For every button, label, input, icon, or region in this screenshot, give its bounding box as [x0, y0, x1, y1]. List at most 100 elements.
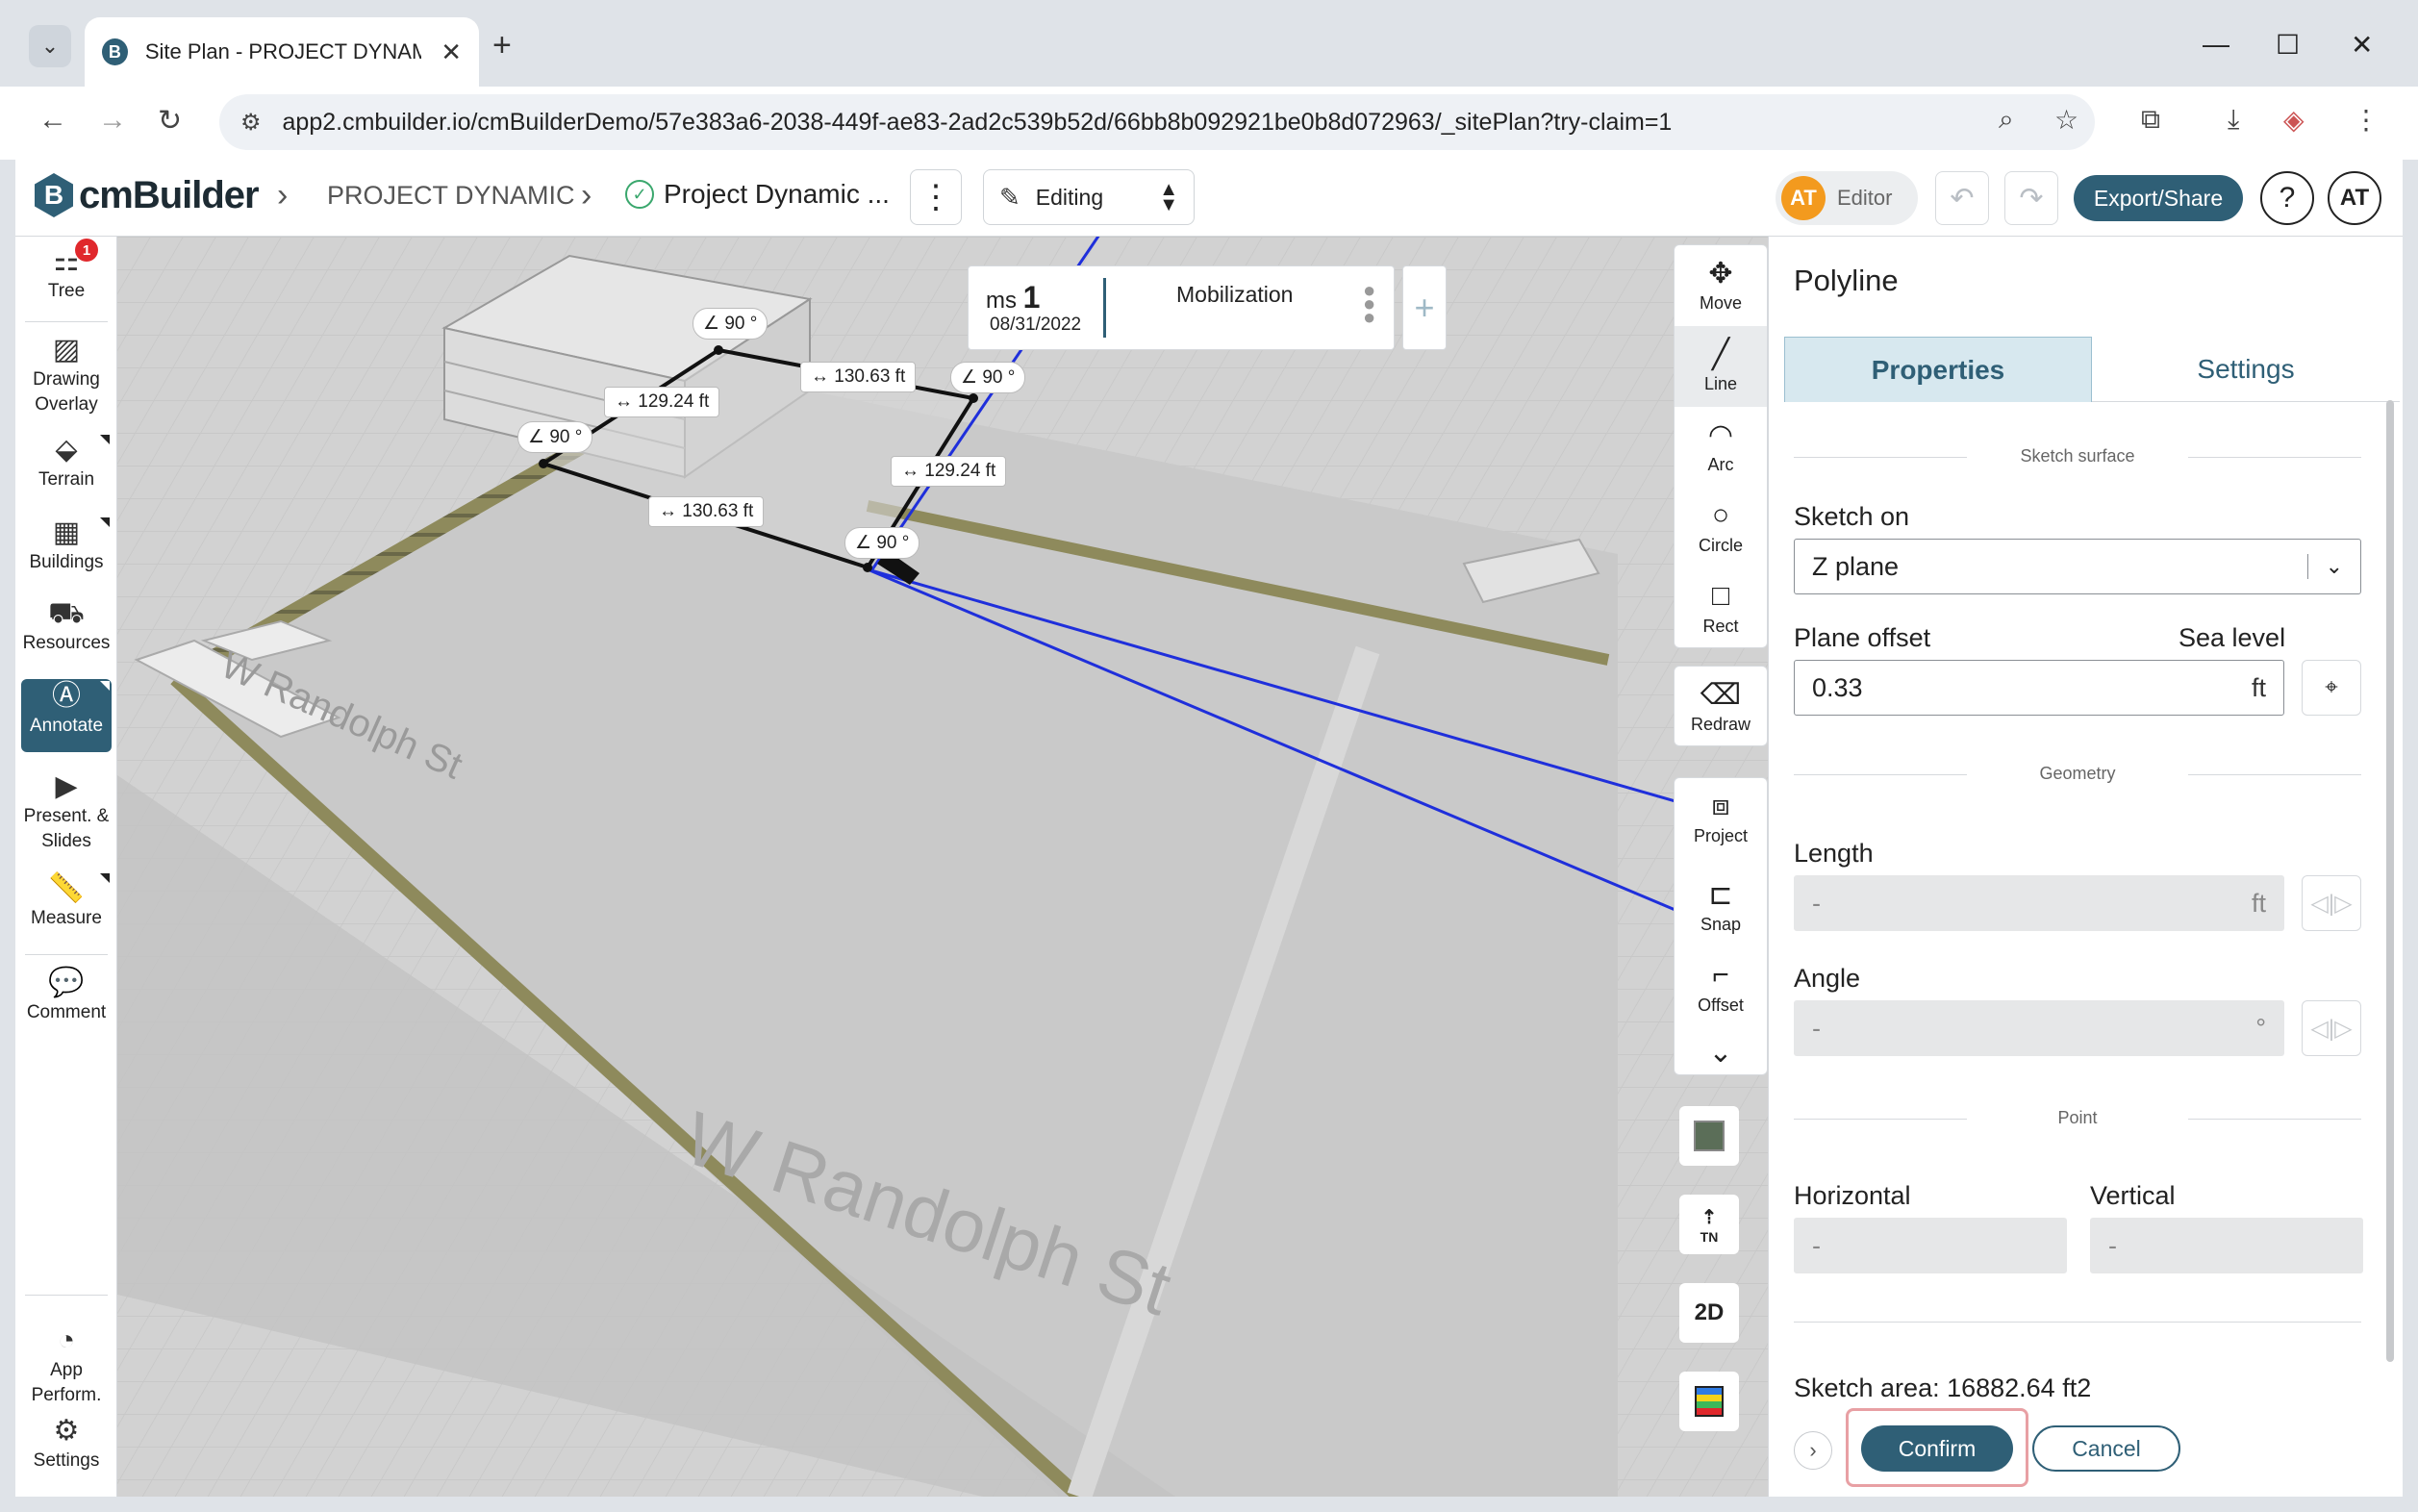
length-lock-button[interactable]: ◁|▷: [2302, 875, 2361, 931]
tab-properties[interactable]: Properties: [1784, 337, 2092, 402]
sidebar-item-terrain[interactable]: ⬙ Terrain: [21, 433, 112, 506]
vertical-input[interactable]: -: [2090, 1218, 2363, 1273]
site-plan-3d-viewport[interactable]: W Randolph St W Randolph St ↔ 130.63 ft …: [117, 237, 1768, 1497]
milestone-number: ms 1: [986, 280, 1040, 315]
forward-button[interactable]: →: [98, 104, 127, 137]
project-tool-button[interactable]: ⧈ Project: [1675, 778, 1767, 859]
circle-tool-button[interactable]: ○ Circle: [1675, 488, 1767, 568]
sidebar-item-tree[interactable]: ⚏ 1 Tree: [21, 239, 112, 314]
undo-button[interactable]: ↶: [1935, 171, 1989, 225]
true-north-button[interactable]: ⇡ TN: [1679, 1195, 1739, 1254]
tool-label: Line: [1703, 374, 1738, 393]
address-bar[interactable]: ⚙ app2.cmbuilder.io/cmBuilderDemo/57e383…: [219, 94, 2095, 150]
tool-label: Circle: [1698, 536, 1743, 555]
sidebar-item-resources[interactable]: ⛟ Resources: [21, 596, 112, 669]
sidebar-item-measure[interactable]: 📏 Measure: [21, 871, 112, 945]
move-tool-button[interactable]: ✥ Move: [1675, 245, 1767, 326]
horizontal-label: Horizontal: [1794, 1181, 1911, 1210]
close-tab-icon[interactable]: ✕: [441, 38, 462, 67]
snap-tool-button[interactable]: ⊏ Snap: [1675, 867, 1767, 947]
vertical-label: Vertical: [2090, 1181, 2176, 1210]
breadcrumb-plan[interactable]: ✓ Project Dynamic ...: [625, 179, 890, 210]
offset-tool-button[interactable]: ⌐ Offset: [1675, 947, 1767, 1028]
profile-button[interactable]: AT: [2328, 171, 2381, 225]
plane-offset-input[interactable]: 0.33 ft: [1794, 660, 2284, 716]
tab-title: Site Plan - PROJECT DYNAMIC |: [144, 39, 422, 63]
scene-canvas[interactable]: W Randolph St W Randolph St: [117, 237, 1768, 1497]
line-tool-button[interactable]: ╱ Line: [1675, 326, 1767, 407]
divider: [25, 1295, 108, 1296]
add-milestone-button[interactable]: +: [1402, 265, 1447, 350]
new-tab-button[interactable]: +: [492, 27, 512, 64]
reload-button[interactable]: ↻: [158, 104, 182, 138]
download-icon[interactable]: ⤓: [2228, 104, 2239, 136]
plan-menu-button[interactable]: ⋮: [910, 169, 962, 225]
pick-plane-button[interactable]: ⌖: [2302, 660, 2361, 716]
cmbuilder-logo[interactable]: B cmBuilder: [35, 173, 260, 217]
sort-arrows-icon: ▲ ▼: [1159, 179, 1178, 215]
angle-tag-left: ∠ 90 °: [517, 421, 593, 453]
site-settings-icon[interactable]: ⚙: [240, 109, 262, 137]
resources-icon: ⛟: [48, 597, 85, 629]
draw-toolbar: ✥ Move ╱ Line ◠ Arc ○ Circle □ Rect: [1674, 244, 1768, 648]
dimension-icon: ↔: [615, 391, 633, 412]
profile-extension-icon[interactable]: ◈: [2283, 104, 2305, 136]
url-text: app2.cmbuilder.io/cmBuilderDemo/57e383a6…: [282, 108, 1673, 136]
expand-tools-button[interactable]: ⌄: [1675, 1032, 1767, 1074]
close-window-button[interactable]: ✕: [2351, 29, 2373, 61]
angle-lock-button[interactable]: ◁|▷: [2302, 1000, 2361, 1056]
minimize-window-button[interactable]: —: [2203, 29, 2229, 60]
more-vertical-icon[interactable]: ● ● ●: [1363, 280, 1375, 328]
sidebar-item-comment[interactable]: 💬 Comment: [21, 966, 112, 1039]
basemap-button[interactable]: [1679, 1106, 1739, 1166]
arc-tool-button[interactable]: ◠ Arc: [1675, 407, 1767, 488]
view-2d-button[interactable]: 2D: [1679, 1283, 1739, 1343]
milestone-card[interactable]: ms 1 08/31/2022 Mobilization ● ● ●: [968, 265, 1395, 350]
sidebar-item-settings[interactable]: ⚙ Settings: [21, 1414, 112, 1487]
sidebar-item-app-performance[interactable]: ◔ App Perform.: [21, 1323, 112, 1410]
sidebar-item-buildings[interactable]: ▦ Buildings: [21, 516, 112, 589]
redraw-tool-button[interactable]: ⌫ Redraw: [1675, 667, 1767, 747]
layers-button[interactable]: [1679, 1372, 1739, 1431]
dimension-label: 129.24 ft: [924, 461, 996, 481]
bookmark-star-icon[interactable]: ☆: [2054, 104, 2078, 136]
milestone-prefix: ms: [986, 288, 1017, 314]
sketch-area-readout: Sketch area: 16882.64 ft2: [1794, 1373, 2092, 1402]
browser-menu-icon[interactable]: ⋮: [2353, 104, 2380, 136]
redraw-toolbar: ⌫ Redraw: [1674, 666, 1768, 746]
redo-button[interactable]: ↷: [2004, 171, 2058, 225]
length-input[interactable]: - ft: [1794, 875, 2284, 931]
mode-select[interactable]: ✎ Editing ▲ ▼: [983, 169, 1195, 225]
role-pill[interactable]: AT Editor: [1776, 171, 1918, 225]
confirm-button[interactable]: Confirm: [1861, 1425, 2013, 1472]
browser-tab-strip: ⌄ B Site Plan - PROJECT DYNAMIC | ✕ + — …: [0, 0, 2418, 87]
collapse-panel-button[interactable]: ›: [1794, 1431, 1832, 1470]
rect-tool-button[interactable]: □ Rect: [1675, 568, 1767, 649]
sidebar-item-drawing-overlay[interactable]: ▨ Drawing Overlay: [21, 333, 112, 419]
vertex-handle[interactable]: [863, 563, 872, 572]
sketch-on-select[interactable]: Z plane ⌄: [1794, 539, 2361, 594]
maximize-window-button[interactable]: ☐: [2276, 29, 2300, 61]
vertex-handle[interactable]: [539, 459, 548, 468]
buildings-icon: ▦: [52, 517, 81, 548]
panel-scrollbar[interactable]: [2386, 400, 2394, 1362]
cancel-button[interactable]: Cancel: [2032, 1425, 2180, 1472]
zoom-icon[interactable]: ⌕: [1999, 104, 2014, 136]
sidebar-item-label: Present. & Slides: [23, 806, 110, 851]
vertex-handle[interactable]: [969, 393, 978, 403]
angle-input[interactable]: - °: [1794, 1000, 2284, 1056]
sidebar-item-presentation[interactable]: ▶ Present. & Slides: [21, 769, 112, 856]
breadcrumb-project[interactable]: PROJECT DYNAMIC: [327, 181, 575, 211]
saved-check-icon: ✓: [625, 180, 654, 209]
export-share-button[interactable]: Export/Share: [2074, 175, 2243, 221]
horizontal-input[interactable]: -: [1794, 1218, 2067, 1273]
back-button[interactable]: ←: [38, 104, 67, 137]
help-button[interactable]: ?: [2260, 171, 2314, 225]
extensions-icon[interactable]: ⧉: [2141, 104, 2160, 136]
browser-tab[interactable]: B Site Plan - PROJECT DYNAMIC | ✕: [85, 17, 479, 87]
sidebar-item-annotate[interactable]: Ⓐ Annotate: [21, 679, 112, 752]
tab-search-button[interactable]: ⌄: [29, 25, 71, 67]
vertex-handle[interactable]: [714, 345, 723, 355]
tab-settings[interactable]: Settings: [2092, 337, 2400, 402]
chevron-down-icon: ⌄: [40, 34, 60, 58]
